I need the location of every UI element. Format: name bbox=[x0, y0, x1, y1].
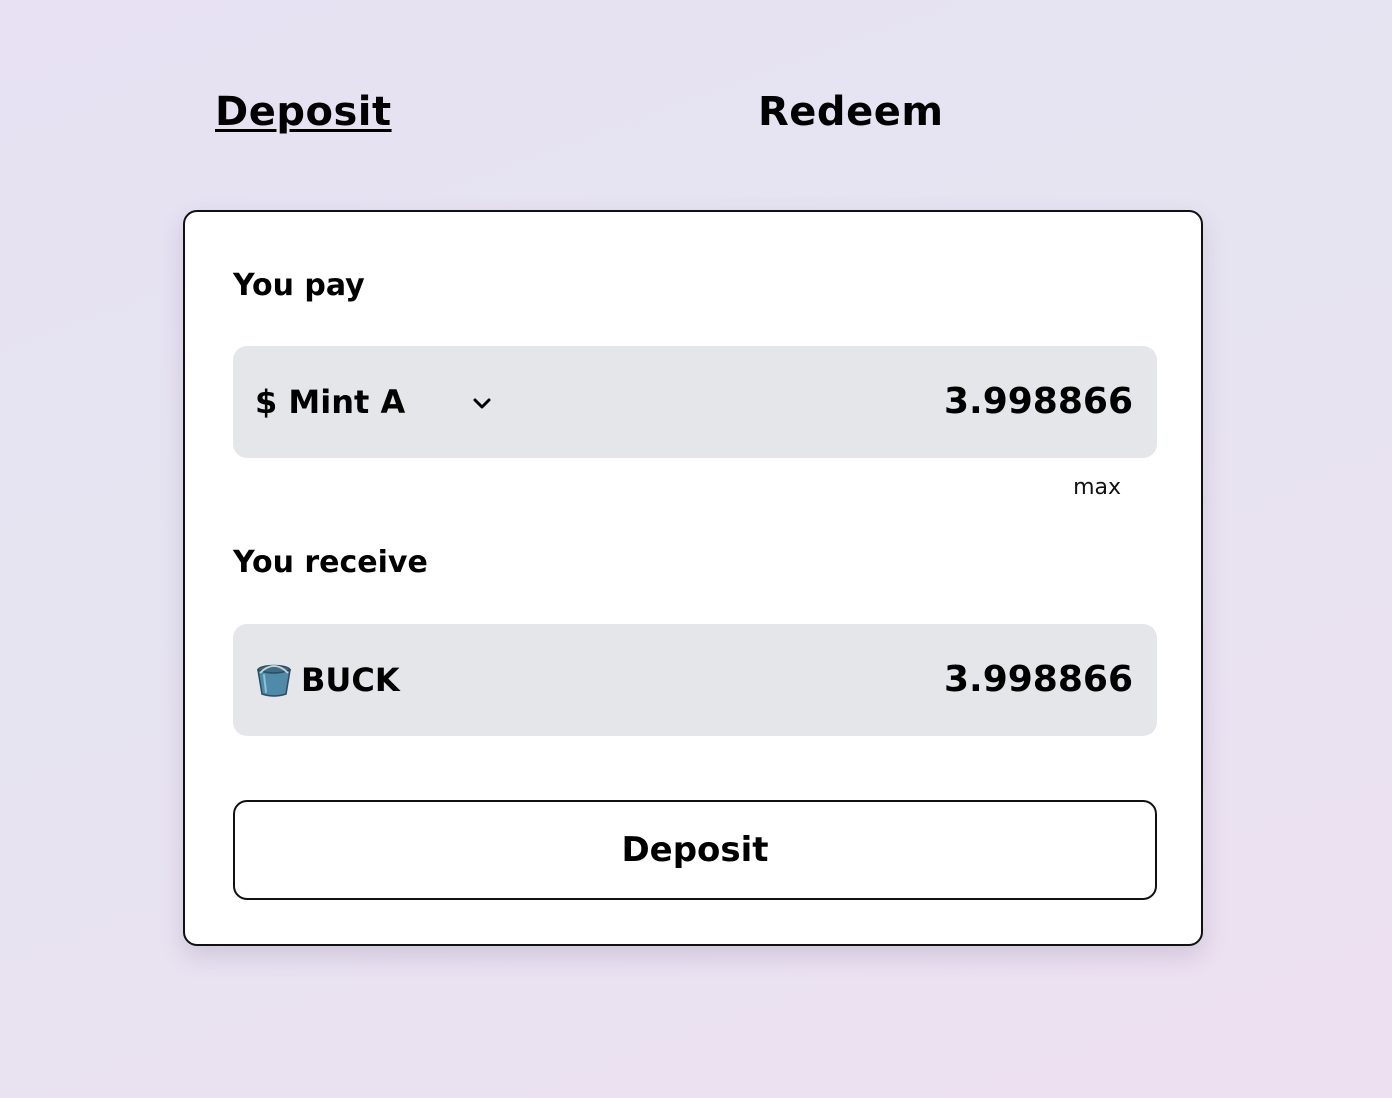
pay-token-select[interactable]: $ Mint A bbox=[255, 374, 505, 430]
receive-amount-field bbox=[713, 652, 1133, 708]
bucket-icon bbox=[257, 664, 291, 697]
pay-field: $ Mint A bbox=[233, 346, 1157, 458]
receive-token: BUCK bbox=[255, 652, 400, 708]
max-button[interactable]: max bbox=[1073, 474, 1121, 502]
pay-label: You pay bbox=[233, 268, 365, 303]
receive-token-name: BUCK bbox=[301, 661, 400, 699]
receive-label: You receive bbox=[233, 545, 428, 580]
swap-card: You pay $ Mint A max You receive BUCK De… bbox=[183, 210, 1203, 946]
pay-token-name: $ Mint A bbox=[255, 383, 406, 421]
tab-deposit[interactable]: Deposit bbox=[215, 86, 392, 138]
pay-amount-input[interactable] bbox=[713, 374, 1133, 430]
tab-redeem[interactable]: Redeem bbox=[758, 86, 944, 138]
chevron-down-icon bbox=[473, 398, 491, 409]
receive-field: BUCK bbox=[233, 624, 1157, 736]
deposit-button[interactable]: Deposit bbox=[233, 800, 1157, 900]
